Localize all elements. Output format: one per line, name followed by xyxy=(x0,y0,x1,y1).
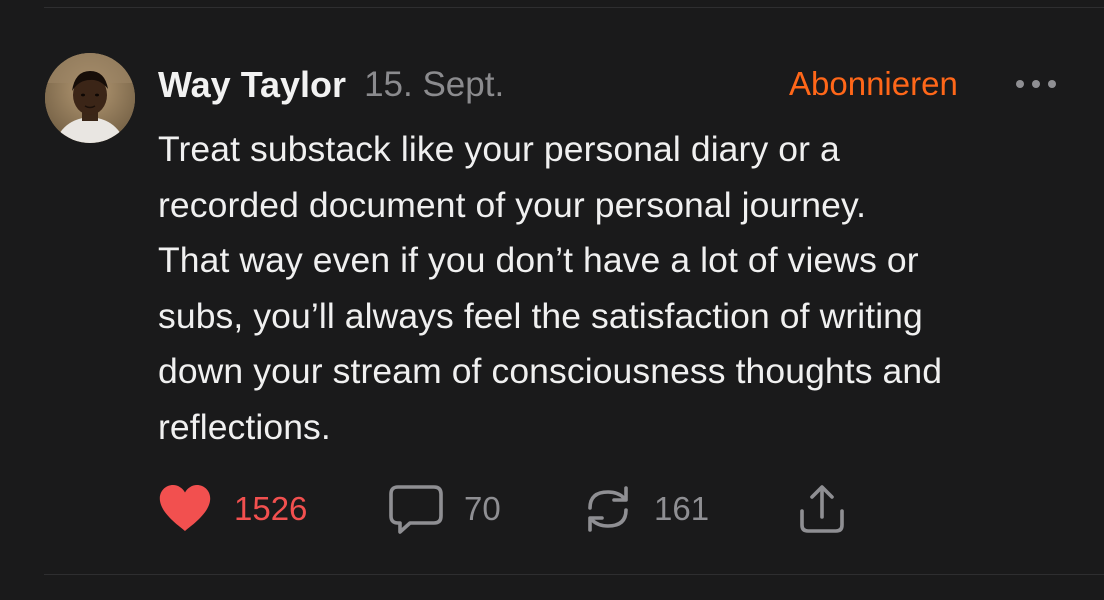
share-button[interactable] xyxy=(794,480,850,538)
avatar-image xyxy=(45,53,135,143)
share-icon xyxy=(800,485,844,533)
author-name[interactable]: Way Taylor xyxy=(158,64,346,106)
post-body-line: reflections. xyxy=(158,406,331,447)
more-dot xyxy=(1048,80,1056,88)
post-body-line: That way even if you don’t have a lot of… xyxy=(158,240,919,280)
action-bar: 1526 70 161 xyxy=(158,480,878,538)
restack-icon xyxy=(588,486,628,532)
avatar[interactable] xyxy=(45,53,135,143)
post-card: Way Taylor 15. Sept. Abonnieren Treat su… xyxy=(0,0,1104,600)
like-count: 1526 xyxy=(234,490,308,527)
comment-button[interactable]: 70 xyxy=(388,480,501,538)
post-date: 15. Sept. xyxy=(364,65,505,104)
like-button[interactable]: 1526 xyxy=(158,480,307,538)
subscribe-button[interactable]: Abonnieren xyxy=(789,62,958,106)
comment-bubble-icon xyxy=(389,485,443,534)
post-header: Way Taylor 15. Sept. xyxy=(158,60,504,110)
post-body: Treat substack like your personal diary … xyxy=(158,122,1078,455)
restack-count: 161 xyxy=(654,490,710,527)
bottom-divider xyxy=(44,574,1104,575)
more-options-icon[interactable] xyxy=(1012,70,1060,98)
heart-icon xyxy=(159,485,211,531)
post-body-line: subs, you’ll always feel the satisfactio… xyxy=(158,295,923,336)
comment-count: 70 xyxy=(464,490,501,527)
restack-button[interactable]: 161 xyxy=(582,480,709,538)
post-body-line: recorded document of your personal journ… xyxy=(158,184,867,225)
post-body-line: down your stream of consciousness though… xyxy=(158,351,943,391)
post-body-line: Treat substack like your personal diary … xyxy=(158,129,840,169)
more-dot xyxy=(1032,80,1040,88)
more-dot xyxy=(1016,80,1024,88)
